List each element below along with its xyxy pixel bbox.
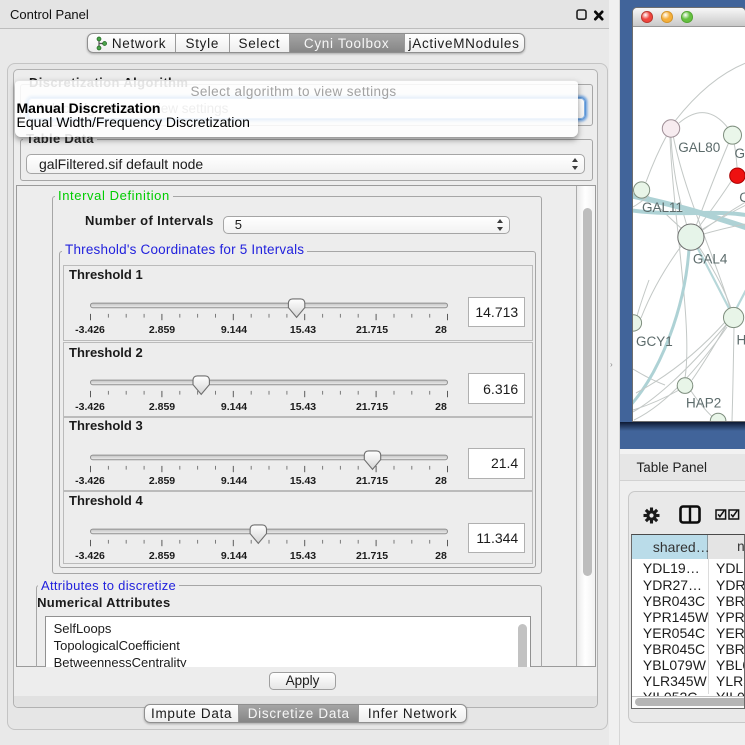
svg-text:HAP2: HAP2 [686,395,721,410]
svg-text:GCY1: GCY1 [636,334,673,349]
svg-text:GAL80: GAL80 [678,140,720,155]
svg-text:GAL11: GAL11 [642,200,683,215]
svg-text:C: C [739,189,745,204]
svg-text:H: H [736,332,745,347]
svg-text:GAL4: GAL4 [692,251,727,266]
svg-text:GA: GA [734,146,745,161]
